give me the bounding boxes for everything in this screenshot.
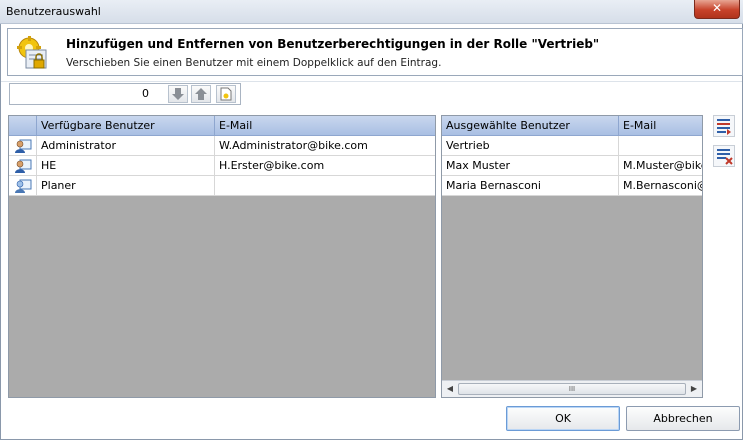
list-remove-icon xyxy=(717,149,733,165)
row-name: Administrator xyxy=(37,136,215,155)
selected-users-header: Ausgewählte Benutzer E-Mail xyxy=(442,116,702,136)
add-user-button[interactable] xyxy=(713,115,735,137)
scroll-right-icon[interactable]: ▶ xyxy=(687,383,701,395)
users-lock-icon xyxy=(17,36,47,69)
user-group-card-icon xyxy=(15,179,32,193)
row-name: Max Muster xyxy=(442,156,619,175)
arrow-up-icon xyxy=(195,88,207,100)
row-name: Vertrieb xyxy=(442,136,619,155)
scroll-left-icon[interactable]: ◀ xyxy=(443,383,457,395)
row-name: HE xyxy=(37,156,215,175)
user-card-icon xyxy=(15,159,32,173)
scroll-thumb[interactable]: III xyxy=(458,383,686,395)
new-entry-button[interactable] xyxy=(216,85,236,103)
row-email: M.Muster@bike xyxy=(623,159,703,172)
move-down-button[interactable] xyxy=(168,85,188,103)
table-row[interactable]: Planer xyxy=(9,176,435,196)
title-bar: Benutzerauswahl ✕ xyxy=(0,0,743,24)
row-email: M.Bernasconi@ xyxy=(623,179,703,192)
ok-button[interactable]: OK xyxy=(506,406,620,431)
dialog-title: Hinzufügen und Entfernen von Benutzerber… xyxy=(66,37,600,51)
new-document-icon xyxy=(220,87,232,101)
arrow-down-icon xyxy=(172,88,184,100)
column-selected-users[interactable]: Ausgewählte Benutzer xyxy=(442,116,619,136)
row-name: Planer xyxy=(37,176,215,195)
row-name: Maria Bernasconi xyxy=(442,176,619,195)
close-button[interactable]: ✕ xyxy=(694,0,740,19)
row-icon-cell xyxy=(9,136,37,155)
move-up-button[interactable] xyxy=(191,85,211,103)
table-row[interactable]: HE H.Erster@bike.com xyxy=(9,156,435,176)
remove-user-button[interactable] xyxy=(713,145,735,167)
user-card-icon xyxy=(15,139,32,153)
header-divider xyxy=(1,81,742,82)
row-icon-cell xyxy=(9,176,37,195)
order-toolbar: 0 xyxy=(9,83,241,105)
row-icon-cell xyxy=(9,156,37,175)
available-users-header: Verfügbare Benutzer E-Mail xyxy=(9,116,435,136)
dialog-subtitle: Verschieben Sie einen Benutzer mit einem… xyxy=(66,57,442,69)
table-row[interactable]: Vertrieb xyxy=(442,136,702,156)
column-email[interactable]: E-Mail xyxy=(619,116,702,136)
available-users-grid[interactable]: Verfügbare Benutzer E-Mail Administrator… xyxy=(8,115,436,398)
row-email xyxy=(215,176,435,195)
selected-users-grid[interactable]: Ausgewählte Benutzer E-Mail Vertrieb Max… xyxy=(441,115,703,398)
position-input[interactable]: 0 xyxy=(10,84,165,104)
row-email: H.Erster@bike.com xyxy=(219,159,325,172)
dialog-header: Hinzufügen und Entfernen von Benutzerber… xyxy=(7,28,743,76)
table-row[interactable]: Max Muster M.Muster@bike xyxy=(442,156,702,176)
window-title: Benutzerauswahl xyxy=(6,5,101,18)
header-icon-column xyxy=(9,116,37,136)
list-add-icon xyxy=(717,119,731,135)
cancel-button[interactable]: Abbrechen xyxy=(626,406,740,431)
row-email xyxy=(619,136,702,155)
row-email: W.Administrator@bike.com xyxy=(219,139,368,152)
table-row[interactable]: Administrator W.Administrator@bike.com xyxy=(9,136,435,156)
horizontal-scrollbar[interactable]: ◀ III ▶ xyxy=(442,380,702,397)
table-row[interactable]: Maria Bernasconi M.Bernasconi@ xyxy=(442,176,702,196)
column-email[interactable]: E-Mail xyxy=(215,116,435,136)
column-available-users[interactable]: Verfügbare Benutzer xyxy=(37,116,215,136)
